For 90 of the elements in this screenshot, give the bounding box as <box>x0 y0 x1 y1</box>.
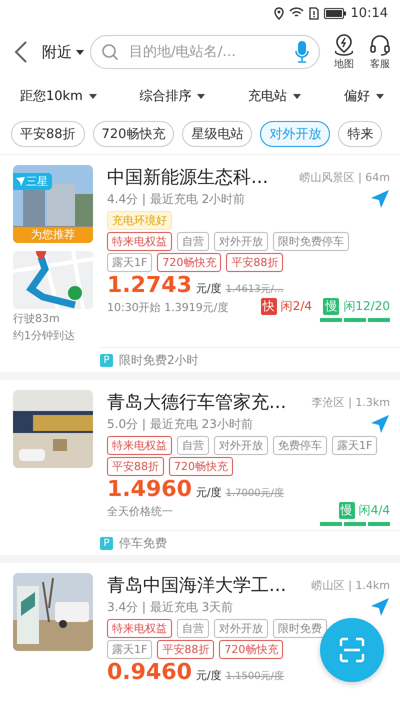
availability-bar-drawing <box>320 522 390 526</box>
parking-icon: P <box>100 536 113 550</box>
charger-availability: 闲2/4 <box>280 298 312 316</box>
station-title[interactable]: 中国新能源生态科... <box>107 165 268 189</box>
scan-button[interactable] <box>320 618 384 682</box>
station-title[interactable]: 青岛中国海洋大学工... <box>107 573 286 598</box>
price-note: 全天价格统一 <box>107 504 173 520</box>
station-rating: 5.0分 | 最近充电 23小时前 <box>107 416 253 432</box>
filter-dropdown[interactable]: 偏好 <box>344 87 384 105</box>
microphone-icon[interactable] <box>295 40 309 64</box>
caret-icon <box>76 50 84 54</box>
filter-chip[interactable]: 特来 <box>338 121 382 147</box>
scan-icon <box>339 637 365 663</box>
price-note: 10:30开始 1.3919元/度 <box>107 300 228 316</box>
header-action-button[interactable]: 客服 <box>368 33 392 71</box>
battery-icon <box>324 8 346 18</box>
price-unit: 元/度 <box>196 487 222 500</box>
station-tag: 免费停车 <box>273 436 327 455</box>
station-tag: 对外开放 <box>214 232 268 251</box>
charger-availability: 闲12/20 <box>343 298 390 316</box>
station-tag: 720畅快充 <box>219 640 284 660</box>
search-bar[interactable]: 目的地/电站名/... <box>90 35 320 69</box>
caret-icon <box>376 94 384 98</box>
charger-type-badge: 快 <box>260 298 277 316</box>
recommend-banner: 为您推荐 <box>13 227 93 243</box>
filter-dropdown[interactable]: 综合排序 <box>139 87 206 105</box>
navigate-icon[interactable] <box>370 189 390 209</box>
caret-icon <box>88 94 97 98</box>
clock-time: 10:14 <box>350 6 388 20</box>
filter-dropdown[interactable]: 距您10km <box>20 87 97 105</box>
parking-info: 停车免费 <box>119 534 167 552</box>
station-tag: 自营 <box>177 619 209 638</box>
station-tag: 720畅快充 <box>169 457 233 476</box>
filter-chip[interactable]: 平安88折 <box>11 121 85 147</box>
station-tag: 平安88折 <box>157 640 214 660</box>
station-rating: 4.4分 | 最近充电 2小时前 <box>107 190 246 208</box>
charger-type-badge: 慢 <box>338 502 355 520</box>
caret-icon <box>197 94 206 98</box>
filter-dropdown[interactable]: 充电站 <box>248 87 302 105</box>
station-tag: 平安88折 <box>226 253 284 272</box>
price-unit: 元/度 <box>196 283 222 296</box>
navigate-icon[interactable] <box>370 414 390 434</box>
filter-chip[interactable]: 720畅快充 <box>92 121 174 147</box>
price-unit: 元/度 <box>196 670 222 683</box>
wifi-icon <box>288 7 304 19</box>
original-price: 1.7000元/度 <box>226 488 284 500</box>
charger-type-badge: 慢 <box>323 298 340 316</box>
station-tag: 露天1F <box>107 640 152 660</box>
parking-info: 限时免费2小时 <box>119 352 199 368</box>
station-tag: 特来电权益 <box>107 436 172 455</box>
station-tag: 露天1F <box>332 436 378 455</box>
station-tag: 自营 <box>177 232 209 251</box>
route-time: 约1分钟到达 <box>13 328 76 343</box>
charger-availability: 闲4/4 <box>358 502 390 520</box>
station-rating: 3.4分 | 最近充电 3天前 <box>107 598 234 616</box>
search-field[interactable]: 目的地/电站名/... <box>127 43 287 61</box>
station-tag: 特来电权益 <box>107 619 172 638</box>
station-tag: 平安88折 <box>107 457 164 476</box>
search-icon <box>101 43 119 61</box>
star-rating-badge: 三星 <box>13 173 52 190</box>
caret-icon <box>293 94 302 98</box>
station-tag: 对外开放 <box>214 619 268 638</box>
back-icon[interactable] <box>14 40 28 64</box>
station-location: 崂山风景区 | 64m <box>300 170 390 184</box>
station-tag: 特来电权益 <box>107 232 172 251</box>
location-icon <box>274 6 284 20</box>
station-location: 崂山区 | 1.4km <box>312 578 390 593</box>
station-tag: 充电环境好 <box>107 211 172 230</box>
navigate-icon[interactable] <box>370 597 390 618</box>
original-price: 1.4613元/... <box>226 284 284 296</box>
route-distance: 行驶83m <box>13 311 61 326</box>
sim-icon <box>308 6 319 20</box>
price-value: 1.2743 <box>107 273 192 298</box>
price-value: 1.4960 <box>107 477 192 502</box>
filter-chip[interactable]: 星级电站 <box>182 121 252 147</box>
station-location: 李沧区 | 1.3km <box>312 394 390 410</box>
station-tag: 限时免费停车 <box>273 232 349 251</box>
station-tag: 自营 <box>177 436 209 455</box>
header-action-button[interactable]: 地图 <box>332 33 356 71</box>
station-tag: 露天1F <box>107 253 152 272</box>
station-tag: 对外开放 <box>214 436 268 455</box>
map-pin-icon <box>332 33 356 57</box>
parking-icon: P <box>100 354 113 366</box>
headset-icon <box>368 33 392 57</box>
station-title[interactable]: 青岛大德行车管家充... <box>107 390 286 414</box>
price-value: 0.9460 <box>107 660 192 686</box>
station-tag: 720畅快充 <box>157 253 222 272</box>
location-dropdown[interactable]: 附近 <box>42 42 72 62</box>
availability-bar-drawing <box>320 318 390 322</box>
original-price: 1.1500元/度 <box>226 671 284 683</box>
